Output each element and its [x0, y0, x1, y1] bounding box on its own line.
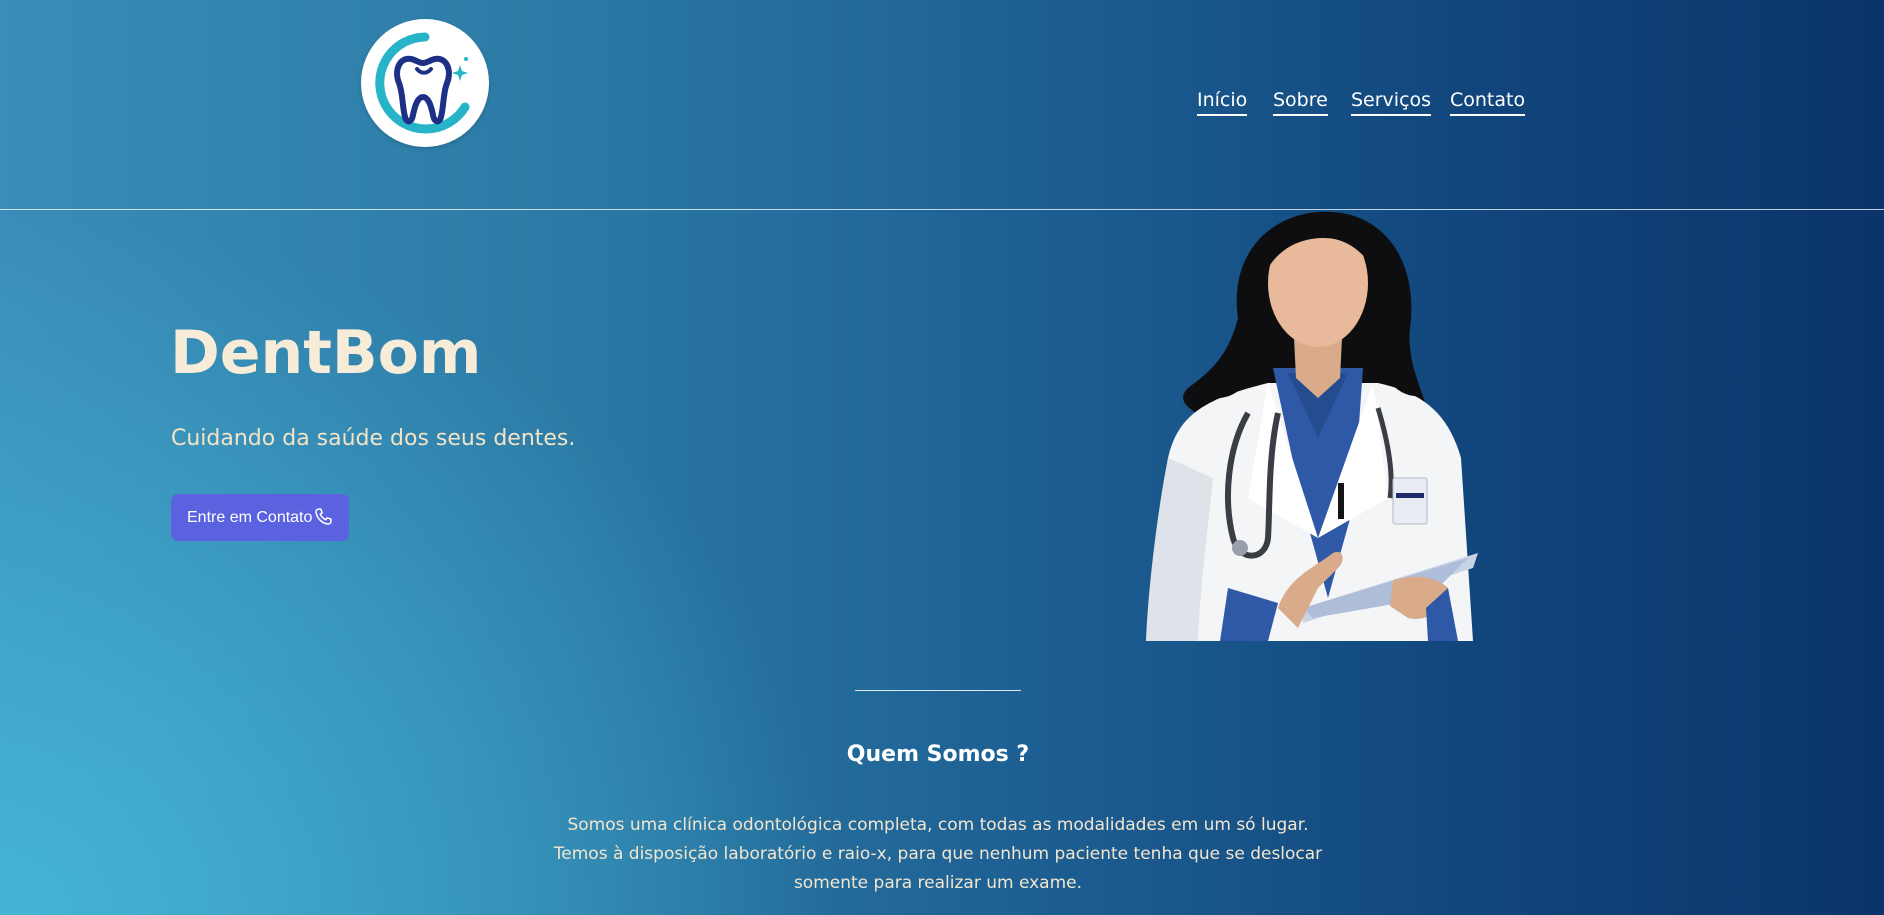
site-header: Início Sobre Serviços Contato: [0, 0, 1884, 210]
nav-link-servicos[interactable]: Serviços: [1351, 89, 1432, 116]
nav-link-contato[interactable]: Contato: [1450, 89, 1526, 116]
about-text: Somos uma clínica odontológica completa,…: [553, 815, 1323, 893]
logo[interactable]: [361, 19, 489, 147]
tooth-logo-icon: [375, 32, 470, 134]
doctor-illustration: [1146, 211, 1478, 641]
phone-icon: [315, 508, 332, 525]
contact-button-label: Entre em Contato: [187, 508, 313, 526]
hero-subtitle: Cuidando da saúde dos seus dentes.: [171, 426, 576, 451]
section-divider: [855, 690, 1021, 691]
nav-link-sobre[interactable]: Sobre: [1273, 89, 1328, 116]
nav-link-inicio[interactable]: Início: [1197, 89, 1248, 116]
contact-button[interactable]: Entre em Contato: [171, 494, 349, 541]
about-title: Quem Somos ?: [846, 742, 1030, 767]
hero-title: DentBom: [170, 318, 482, 388]
